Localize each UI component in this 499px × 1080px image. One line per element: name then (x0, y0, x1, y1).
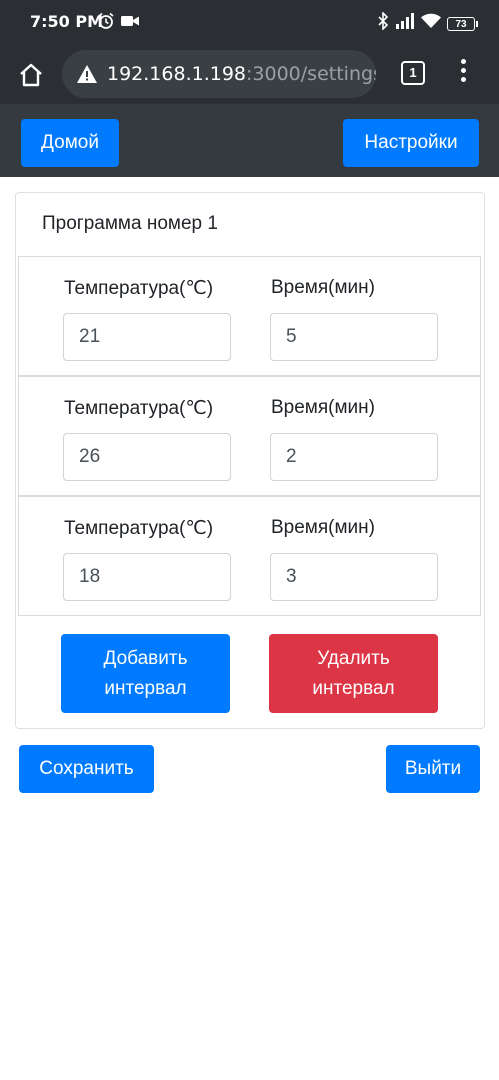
home-button[interactable]: Домой (21, 119, 119, 167)
battery-icon: 73 (447, 16, 478, 31)
exit-button[interactable]: Выйти (386, 745, 480, 793)
delete-interval-button[interactable]: Удалить интервал (269, 634, 438, 713)
time-label: Время(мин) (271, 517, 375, 538)
time-input[interactable]: 5 (270, 313, 438, 361)
time-input[interactable]: 2 (270, 433, 438, 481)
status-icons-right: 73 (377, 11, 478, 35)
temperature-label: Температура(℃) (64, 398, 214, 419)
navbar: Домой Настройки (0, 104, 499, 177)
url-path: :3000/settings (246, 63, 376, 85)
alarm-icon (97, 12, 115, 35)
interval-row: Температура(℃) Время(мин) 18 3 (18, 496, 481, 616)
status-time: 7:50 PM (30, 12, 104, 31)
program-title: Программа номер 1 (42, 213, 218, 234)
warning-icon[interactable] (76, 64, 98, 84)
url-host: 192.168.1.198 (107, 63, 247, 85)
time-input[interactable]: 3 (270, 553, 438, 601)
wifi-icon (421, 13, 441, 34)
temperature-label: Температура(℃) (64, 278, 214, 299)
interval-row: Температура(℃) Время(мин) 21 5 (18, 256, 481, 376)
status-bar: 7:50 PM 73 (0, 0, 499, 44)
temperature-label: Температура(℃) (64, 518, 214, 539)
temperature-input[interactable]: 18 (63, 553, 231, 601)
settings-button[interactable]: Настройки (343, 119, 479, 167)
time-label: Время(мин) (271, 277, 375, 298)
video-camera-icon (121, 14, 139, 33)
interval-row: Температура(℃) Время(мин) 26 2 (18, 376, 481, 496)
tab-count-button[interactable]: 1 (401, 61, 425, 85)
program-card: Программа номер 1 Температура(℃) Время(м… (15, 192, 485, 729)
browser-toolbar: 192.168.1.198:3000/settings 1 (0, 44, 499, 104)
temperature-input[interactable]: 26 (63, 433, 231, 481)
add-interval-button[interactable]: Добавить интервал (61, 634, 230, 713)
more-menu-icon[interactable] (456, 59, 470, 87)
bluetooth-icon (377, 11, 389, 35)
status-icons-left (97, 12, 139, 35)
save-button[interactable]: Сохранить (19, 745, 154, 793)
temperature-input[interactable]: 21 (63, 313, 231, 361)
time-label: Время(мин) (271, 397, 375, 418)
address-bar[interactable]: 192.168.1.198:3000/settings (62, 50, 376, 98)
signal-icon (395, 13, 415, 34)
url-text[interactable]: 192.168.1.198:3000/settings (107, 63, 376, 85)
browser-home-icon[interactable] (18, 62, 44, 88)
